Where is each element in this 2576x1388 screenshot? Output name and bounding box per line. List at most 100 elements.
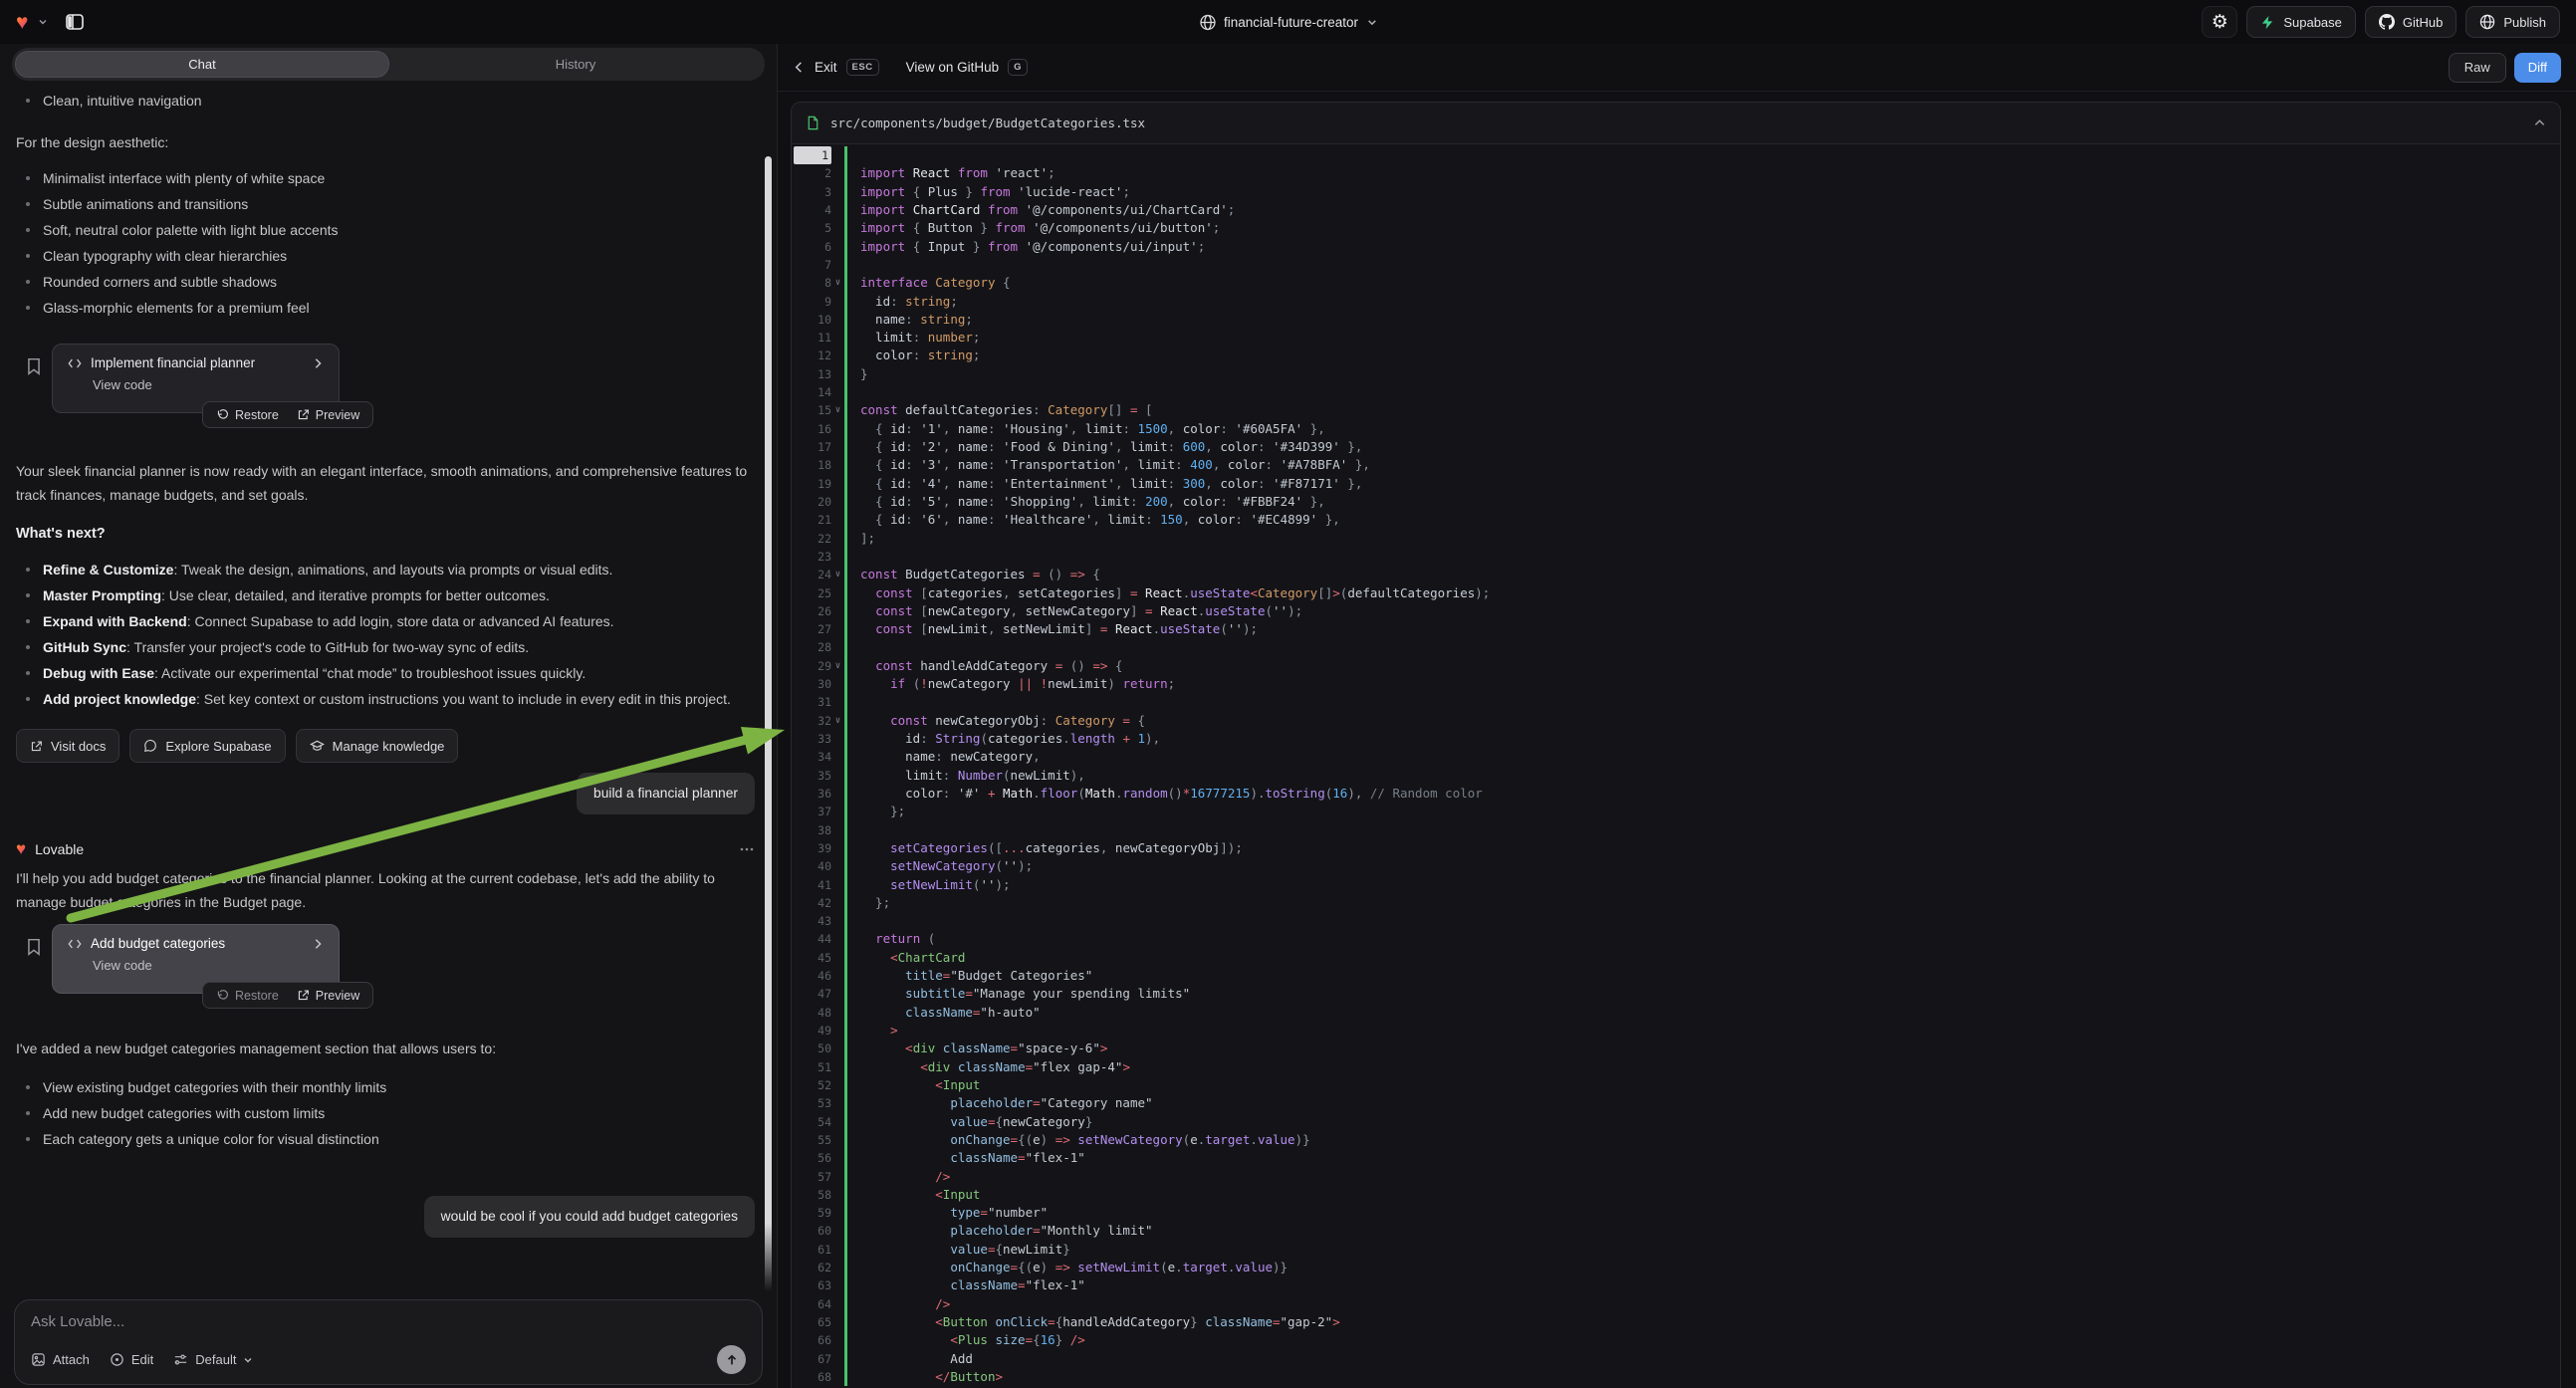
lovable-logo-icon[interactable]: ♥: [16, 12, 28, 33]
line-number-gutter[interactable]: 24∨: [792, 566, 844, 583]
line-number-gutter[interactable]: 49: [792, 1022, 844, 1040]
line-number-gutter[interactable]: 50: [792, 1040, 844, 1057]
toggle-sidebar-icon[interactable]: [58, 5, 92, 39]
line-number-gutter[interactable]: 31: [792, 693, 844, 711]
line-number-gutter[interactable]: 67: [792, 1350, 844, 1368]
line-number-gutter[interactable]: 15∨: [792, 401, 844, 419]
line-number-gutter[interactable]: 47: [792, 985, 844, 1003]
line-number-gutter[interactable]: 22: [792, 530, 844, 548]
line-number-gutter[interactable]: 54: [792, 1113, 844, 1131]
line-number-gutter[interactable]: 53: [792, 1094, 844, 1112]
attach-button[interactable]: Attach: [31, 1352, 90, 1367]
publish-button[interactable]: Publish: [2465, 6, 2560, 38]
line-number-gutter[interactable]: 33: [792, 730, 844, 748]
chip-explore-supabase[interactable]: Explore Supabase: [129, 729, 285, 763]
message-menu-icon[interactable]: [739, 841, 755, 857]
line-number-gutter[interactable]: 41: [792, 876, 844, 894]
line-number-gutter[interactable]: 21: [792, 511, 844, 529]
line-number-gutter[interactable]: 43: [792, 912, 844, 930]
chat-input[interactable]: Ask Lovable...: [31, 1313, 746, 1345]
line-number-gutter[interactable]: 63: [792, 1276, 844, 1294]
chat-scrollbar[interactable]: [765, 156, 772, 1291]
line-number-gutter[interactable]: 7: [792, 256, 844, 274]
line-number-gutter[interactable]: 25: [792, 584, 844, 602]
line-number-gutter[interactable]: 55: [792, 1131, 844, 1149]
exit-button[interactable]: Exit: [815, 60, 837, 75]
mode-selector[interactable]: Default: [173, 1352, 253, 1367]
preview-button[interactable]: Preview: [288, 402, 368, 427]
line-number-gutter[interactable]: 57: [792, 1168, 844, 1186]
line-number-gutter[interactable]: 38: [792, 821, 844, 839]
tab-history[interactable]: History: [389, 51, 762, 78]
project-selector[interactable]: financial-future-creator: [1199, 0, 1377, 44]
line-number-gutter[interactable]: 32∨: [792, 712, 844, 730]
line-number-gutter[interactable]: 12: [792, 347, 844, 364]
line-number-gutter[interactable]: 64: [792, 1295, 844, 1313]
line-number-gutter[interactable]: 2: [792, 164, 844, 182]
settings-gear-icon[interactable]: ⚙: [2202, 6, 2237, 38]
supabase-button[interactable]: Supabase: [2246, 6, 2356, 38]
file-header[interactable]: src/components/budget/BudgetCategories.t…: [792, 103, 2560, 144]
view-code-link[interactable]: View code: [93, 377, 324, 392]
fold-chevron-icon[interactable]: ∨: [831, 566, 844, 583]
back-chevron-icon[interactable]: [793, 61, 806, 74]
line-number-gutter[interactable]: 30: [792, 675, 844, 693]
line-number-gutter[interactable]: 58: [792, 1186, 844, 1204]
code-editor[interactable]: 12import React from 'react';3import { Pl…: [792, 144, 2560, 1388]
edit-button[interactable]: Edit: [110, 1352, 153, 1367]
bookmark-icon[interactable]: [25, 938, 43, 956]
chip-manage-knowledge[interactable]: Manage knowledge: [296, 729, 459, 763]
line-number-gutter[interactable]: 36: [792, 785, 844, 803]
preview-button[interactable]: Preview: [288, 983, 368, 1008]
line-number-gutter[interactable]: 27: [792, 620, 844, 638]
fold-chevron-icon[interactable]: ∨: [831, 274, 844, 292]
line-number-gutter[interactable]: 8∨: [792, 274, 844, 292]
line-number-gutter[interactable]: 60: [792, 1222, 844, 1240]
line-number-gutter[interactable]: 48: [792, 1004, 844, 1022]
line-number-gutter[interactable]: 13: [792, 365, 844, 383]
restore-button[interactable]: Restore: [207, 402, 288, 427]
chevron-right-icon[interactable]: [312, 938, 324, 950]
tab-chat[interactable]: Chat: [15, 51, 389, 78]
line-number-gutter[interactable]: 19: [792, 475, 844, 493]
line-number-gutter[interactable]: 11: [792, 329, 844, 347]
line-number-gutter[interactable]: 29∨: [792, 657, 844, 675]
line-number-gutter[interactable]: 35: [792, 767, 844, 785]
line-number-gutter[interactable]: 62: [792, 1259, 844, 1276]
fold-chevron-icon[interactable]: ∨: [831, 401, 844, 419]
line-number-gutter[interactable]: 59: [792, 1204, 844, 1222]
view-code-link[interactable]: View code: [93, 958, 324, 973]
line-number-gutter[interactable]: 5: [792, 219, 844, 237]
line-number-gutter[interactable]: 65: [792, 1313, 844, 1331]
send-button[interactable]: [717, 1345, 746, 1374]
line-number-gutter[interactable]: 26: [792, 602, 844, 620]
line-number-gutter[interactable]: 1: [792, 146, 844, 164]
line-number-gutter[interactable]: 66: [792, 1331, 844, 1349]
line-number-gutter[interactable]: 56: [792, 1149, 844, 1167]
line-number-gutter[interactable]: 51: [792, 1058, 844, 1076]
line-number-gutter[interactable]: 3: [792, 183, 844, 201]
chevron-right-icon[interactable]: [312, 357, 324, 369]
line-number-gutter[interactable]: 16: [792, 420, 844, 438]
line-number-gutter[interactable]: 28: [792, 638, 844, 656]
raw-button[interactable]: Raw: [2449, 53, 2506, 83]
line-number-gutter[interactable]: 10: [792, 311, 844, 329]
chat-message-list[interactable]: Clean, intuitive navigationFor the desig…: [0, 81, 777, 1299]
restore-button[interactable]: Restore: [207, 983, 288, 1008]
line-number-gutter[interactable]: 23: [792, 548, 844, 566]
line-number-gutter[interactable]: 68: [792, 1368, 844, 1386]
line-number-gutter[interactable]: 37: [792, 803, 844, 820]
line-number-gutter[interactable]: 42: [792, 894, 844, 912]
logo-chevron-down-icon[interactable]: [38, 17, 48, 27]
line-number-gutter[interactable]: 4: [792, 201, 844, 219]
line-number-gutter[interactable]: 20: [792, 493, 844, 511]
line-number-gutter[interactable]: 34: [792, 748, 844, 766]
chip-visit-docs[interactable]: Visit docs: [16, 729, 119, 763]
line-number-gutter[interactable]: 6: [792, 238, 844, 256]
fold-chevron-icon[interactable]: ∨: [831, 657, 844, 675]
line-number-gutter[interactable]: 39: [792, 839, 844, 857]
view-on-github-button[interactable]: View on GitHub: [906, 60, 1000, 75]
line-number-gutter[interactable]: 9: [792, 293, 844, 311]
line-number-gutter[interactable]: 40: [792, 857, 844, 875]
line-number-gutter[interactable]: 52: [792, 1076, 844, 1094]
